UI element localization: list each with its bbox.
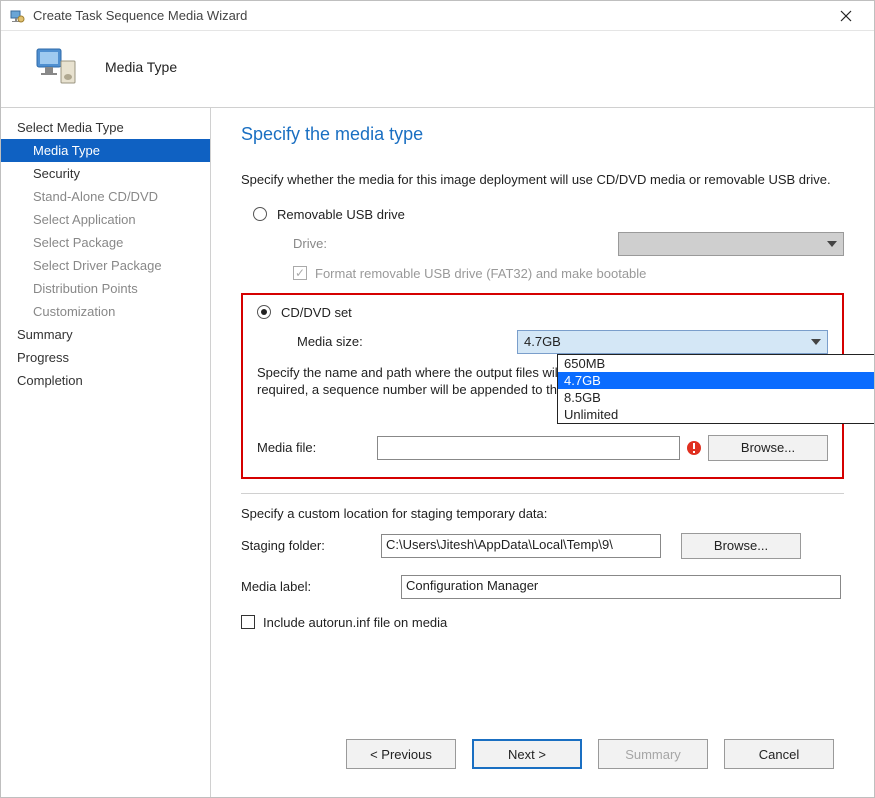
radio-cd-label: CD/DVD set bbox=[281, 305, 352, 320]
staging-folder-input[interactable]: C:\Users\Jitesh\AppData\Local\Temp\9\ bbox=[381, 534, 661, 558]
include-autorun-label: Include autorun.inf file on media bbox=[263, 615, 447, 630]
dropdown-option-8-5gb[interactable]: 8.5GB bbox=[558, 389, 874, 406]
next-button[interactable]: Next > bbox=[472, 739, 582, 769]
header-icon bbox=[31, 41, 83, 93]
dropdown-option-650mb[interactable]: 650MB bbox=[558, 355, 874, 372]
close-button[interactable] bbox=[826, 2, 866, 30]
page-description: Specify whether the media for this image… bbox=[241, 171, 841, 189]
cd-dvd-section: CD/DVD set Media size: 4.7GB 650MB 4.7GB… bbox=[241, 293, 844, 479]
radio-removable-usb[interactable]: Removable USB drive bbox=[253, 207, 844, 222]
media-label-input[interactable]: Configuration Manager bbox=[401, 575, 841, 599]
media-size-label: Media size: bbox=[297, 334, 517, 349]
sidebar-item-completion[interactable]: Completion bbox=[1, 369, 210, 392]
sidebar-item-summary[interactable]: Summary bbox=[1, 323, 210, 346]
staging-folder-label: Staging folder: bbox=[241, 538, 381, 553]
wizard-content: Specify the media type Specify whether t… bbox=[211, 108, 874, 797]
titlebar: Create Task Sequence Media Wizard bbox=[1, 1, 874, 31]
media-size-value: 4.7GB bbox=[524, 334, 561, 349]
radio-cd-dvd[interactable]: CD/DVD set bbox=[257, 305, 828, 320]
sidebar-item-select-package: Select Package bbox=[1, 231, 210, 254]
sidebar-item-progress[interactable]: Progress bbox=[1, 346, 210, 369]
sidebar-item-standalone-cd: Stand-Alone CD/DVD bbox=[1, 185, 210, 208]
media-file-browse-button[interactable]: Browse... bbox=[708, 435, 828, 461]
cancel-button[interactable]: Cancel bbox=[724, 739, 834, 769]
sidebar-item-select-driver-package: Select Driver Package bbox=[1, 254, 210, 277]
page-title: Specify the media type bbox=[241, 124, 844, 145]
app-icon bbox=[9, 8, 25, 24]
sidebar-item-distribution-points: Distribution Points bbox=[1, 277, 210, 300]
media-size-dropdown: 650MB 4.7GB 8.5GB Unlimited bbox=[557, 354, 874, 424]
sidebar-item-select-application: Select Application bbox=[1, 208, 210, 231]
radio-icon bbox=[257, 305, 271, 319]
drive-label: Drive: bbox=[293, 236, 393, 251]
staging-browse-button[interactable]: Browse... bbox=[681, 533, 801, 559]
media-file-input[interactable] bbox=[377, 436, 680, 460]
format-checkbox: ✓ bbox=[293, 266, 307, 280]
dropdown-option-unlimited[interactable]: Unlimited bbox=[558, 406, 874, 423]
radio-icon bbox=[253, 207, 267, 221]
media-size-select[interactable]: 4.7GB bbox=[517, 330, 828, 354]
radio-usb-label: Removable USB drive bbox=[277, 207, 405, 222]
sidebar-group-select-media[interactable]: Select Media Type bbox=[1, 116, 210, 139]
format-label: Format removable USB drive (FAT32) and m… bbox=[315, 266, 646, 281]
wizard-sidebar: Select Media Type Media Type Security St… bbox=[1, 108, 211, 797]
chevron-down-icon bbox=[827, 241, 837, 247]
previous-button[interactable]: < Previous bbox=[346, 739, 456, 769]
window-title: Create Task Sequence Media Wizard bbox=[33, 8, 826, 23]
page-header-title: Media Type bbox=[105, 59, 177, 75]
sidebar-item-media-type[interactable]: Media Type bbox=[1, 139, 210, 162]
divider bbox=[241, 493, 844, 494]
media-file-label: Media file: bbox=[257, 440, 377, 455]
summary-button: Summary bbox=[598, 739, 708, 769]
staging-description: Specify a custom location for staging te… bbox=[241, 506, 844, 521]
sidebar-item-security[interactable]: Security bbox=[1, 162, 210, 185]
wizard-footer: < Previous Next > Summary Cancel bbox=[211, 729, 864, 787]
include-autorun-checkbox[interactable] bbox=[241, 615, 255, 629]
error-icon bbox=[686, 440, 702, 456]
media-label-label: Media label: bbox=[241, 579, 381, 594]
chevron-down-icon bbox=[811, 339, 821, 345]
close-icon bbox=[840, 10, 852, 22]
drive-select bbox=[618, 232, 845, 256]
dropdown-option-4-7gb[interactable]: 4.7GB bbox=[558, 372, 874, 389]
sidebar-item-customization: Customization bbox=[1, 300, 210, 323]
wizard-header: Media Type bbox=[1, 31, 874, 108]
